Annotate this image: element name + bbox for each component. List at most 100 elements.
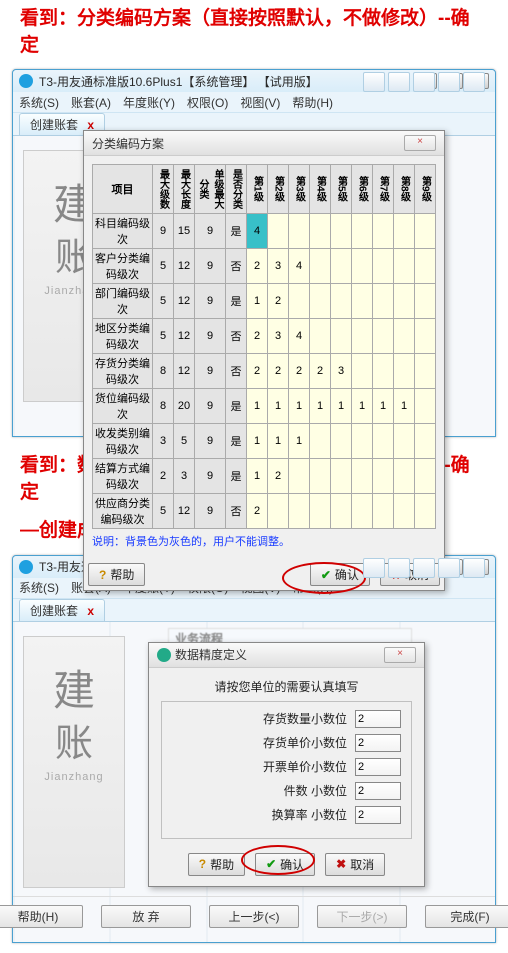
toolbar-button[interactable] [388, 72, 410, 92]
level-cell[interactable] [394, 284, 415, 319]
level-cell[interactable] [415, 494, 436, 529]
toolbar-button[interactable] [388, 558, 410, 578]
wizard-finish-button[interactable]: 完成(F) [425, 905, 508, 928]
level-cell[interactable] [415, 284, 436, 319]
ok-button[interactable]: ✔ 确认 [310, 563, 370, 586]
level-cell[interactable] [415, 424, 436, 459]
level-cell[interactable]: 1 [268, 389, 289, 424]
toolbar-button[interactable] [413, 72, 435, 92]
level-cell[interactable]: 2 [268, 284, 289, 319]
level-cell[interactable] [352, 494, 373, 529]
level-cell[interactable] [373, 494, 394, 529]
toolbar-button[interactable] [463, 72, 485, 92]
level-cell[interactable]: 1 [247, 459, 268, 494]
level-cell[interactable] [415, 319, 436, 354]
level-cell[interactable] [352, 354, 373, 389]
toolbar-button[interactable] [363, 558, 385, 578]
toolbar-button[interactable] [413, 558, 435, 578]
level-cell[interactable]: 2 [268, 354, 289, 389]
toolbar-button[interactable] [438, 558, 460, 578]
level-cell[interactable] [415, 214, 436, 249]
level-cell[interactable]: 3 [331, 354, 352, 389]
level-cell[interactable] [394, 249, 415, 284]
toolbar-button[interactable] [463, 558, 485, 578]
level-cell[interactable]: 4 [247, 214, 268, 249]
level-cell[interactable] [394, 319, 415, 354]
level-cell[interactable] [331, 214, 352, 249]
level-cell[interactable] [373, 424, 394, 459]
level-cell[interactable] [415, 459, 436, 494]
level-cell[interactable]: 1 [310, 389, 331, 424]
level-cell[interactable]: 1 [373, 389, 394, 424]
precision-input[interactable] [355, 734, 401, 752]
help-button[interactable]: ? 帮助 [88, 563, 145, 586]
level-cell[interactable]: 4 [289, 249, 310, 284]
level-cell[interactable] [394, 459, 415, 494]
level-cell[interactable] [415, 389, 436, 424]
level-cell[interactable]: 1 [394, 389, 415, 424]
level-cell[interactable] [289, 459, 310, 494]
level-cell[interactable] [352, 214, 373, 249]
level-cell[interactable]: 3 [268, 319, 289, 354]
wizard-prev-button[interactable]: 上一步(<) [209, 905, 299, 928]
level-cell[interactable] [373, 354, 394, 389]
level-cell[interactable] [352, 319, 373, 354]
level-cell[interactable]: 2 [289, 354, 310, 389]
dialog-close-button[interactable]: × [384, 647, 416, 663]
level-cell[interactable]: 1 [289, 389, 310, 424]
level-cell[interactable]: 2 [310, 354, 331, 389]
ok-button[interactable]: ✔ 确认 [255, 853, 315, 876]
wizard-help-button[interactable]: 帮助(H) [0, 905, 83, 928]
precision-input[interactable] [355, 758, 401, 776]
level-cell[interactable] [394, 494, 415, 529]
level-cell[interactable] [394, 424, 415, 459]
level-cell[interactable]: 1 [331, 389, 352, 424]
level-cell[interactable] [352, 284, 373, 319]
level-cell[interactable] [352, 459, 373, 494]
menu-system[interactable]: 系统(S) [19, 94, 59, 111]
level-cell[interactable] [268, 214, 289, 249]
level-cell[interactable]: 1 [268, 424, 289, 459]
level-cell[interactable]: 4 [289, 319, 310, 354]
level-cell[interactable] [310, 249, 331, 284]
precision-input[interactable] [355, 782, 401, 800]
level-cell[interactable] [415, 354, 436, 389]
level-cell[interactable]: 1 [289, 424, 310, 459]
menu-account[interactable]: 账套(A) [71, 94, 111, 111]
level-cell[interactable] [373, 249, 394, 284]
level-cell[interactable]: 2 [247, 494, 268, 529]
level-cell[interactable] [394, 214, 415, 249]
level-cell[interactable]: 2 [247, 249, 268, 284]
level-cell[interactable] [289, 284, 310, 319]
toolbar-button[interactable] [438, 72, 460, 92]
level-cell[interactable] [310, 459, 331, 494]
tab-create-account[interactable]: 创建账套 x [19, 599, 105, 621]
level-cell[interactable] [289, 494, 310, 529]
level-cell[interactable] [331, 319, 352, 354]
menu-year[interactable]: 年度账(Y) [123, 94, 175, 111]
level-cell[interactable] [415, 249, 436, 284]
toolbar-button[interactable] [363, 72, 385, 92]
level-cell[interactable] [289, 214, 310, 249]
dialog-close-button[interactable]: × [404, 135, 436, 151]
menu-system[interactable]: 系统(S) [19, 579, 59, 596]
level-cell[interactable] [310, 214, 331, 249]
level-cell[interactable] [310, 284, 331, 319]
level-cell[interactable]: 2 [247, 319, 268, 354]
level-cell[interactable] [310, 494, 331, 529]
level-cell[interactable]: 1 [352, 389, 373, 424]
level-cell[interactable] [310, 424, 331, 459]
level-cell[interactable] [268, 494, 289, 529]
menu-perm[interactable]: 权限(O) [187, 94, 228, 111]
tab-close-icon[interactable]: x [87, 604, 94, 618]
level-cell[interactable]: 1 [247, 284, 268, 319]
level-cell[interactable] [331, 459, 352, 494]
level-cell[interactable]: 2 [247, 354, 268, 389]
help-button[interactable]: ? 帮助 [188, 853, 245, 876]
level-cell[interactable] [331, 284, 352, 319]
level-cell[interactable] [373, 284, 394, 319]
level-cell[interactable] [310, 319, 331, 354]
menu-view[interactable]: 视图(V) [240, 94, 280, 111]
level-cell[interactable] [373, 319, 394, 354]
level-cell[interactable]: 3 [268, 249, 289, 284]
